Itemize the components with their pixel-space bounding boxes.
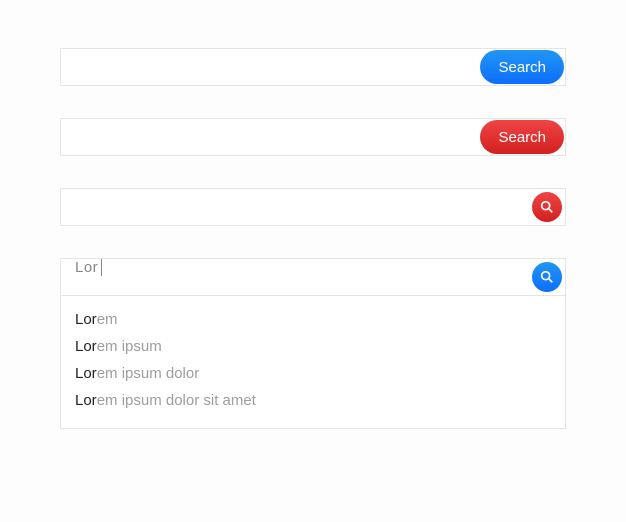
suggestion-match: Lor bbox=[75, 365, 97, 382]
search-button[interactable] bbox=[532, 262, 562, 292]
search-button[interactable]: Search bbox=[480, 50, 564, 84]
search-button[interactable]: Search bbox=[480, 120, 564, 154]
suggestion-rest: em ipsum dolor sit amet bbox=[97, 392, 256, 409]
suggestion-item[interactable]: Lorem ipsum bbox=[61, 333, 565, 360]
text-cursor bbox=[101, 259, 102, 276]
suggestion-rest: em ipsum bbox=[97, 338, 162, 355]
suggestions-dropdown: LoremLorem ipsumLorem ipsum dolorLorem i… bbox=[60, 296, 566, 429]
search-bar-blue-pill: Search bbox=[60, 48, 566, 86]
search-bar-red-icon bbox=[60, 188, 566, 226]
suggestion-match: Lor bbox=[75, 311, 97, 328]
suggestion-rest: em ipsum dolor bbox=[97, 365, 200, 382]
search-bar-red-pill: Search bbox=[60, 118, 566, 156]
suggestion-item[interactable]: Lorem bbox=[61, 306, 565, 333]
suggestion-rest: em bbox=[97, 311, 118, 328]
search-icon bbox=[539, 269, 555, 285]
suggestion-item[interactable]: Lorem ipsum dolor sit amet bbox=[61, 387, 565, 414]
suggestion-match: Lor bbox=[75, 338, 97, 355]
suggestion-match: Lor bbox=[75, 392, 97, 409]
search-button[interactable] bbox=[532, 192, 562, 222]
suggestion-item[interactable]: Lorem ipsum dolor bbox=[61, 360, 565, 387]
search-icon bbox=[539, 199, 555, 215]
search-input-value: Lor bbox=[75, 259, 98, 276]
search-bar-with-suggestions: Lor LoremLorem ipsumLorem ipsum dolorLor… bbox=[60, 258, 566, 429]
search-input[interactable]: Lor bbox=[60, 258, 566, 296]
search-input[interactable] bbox=[60, 188, 566, 226]
